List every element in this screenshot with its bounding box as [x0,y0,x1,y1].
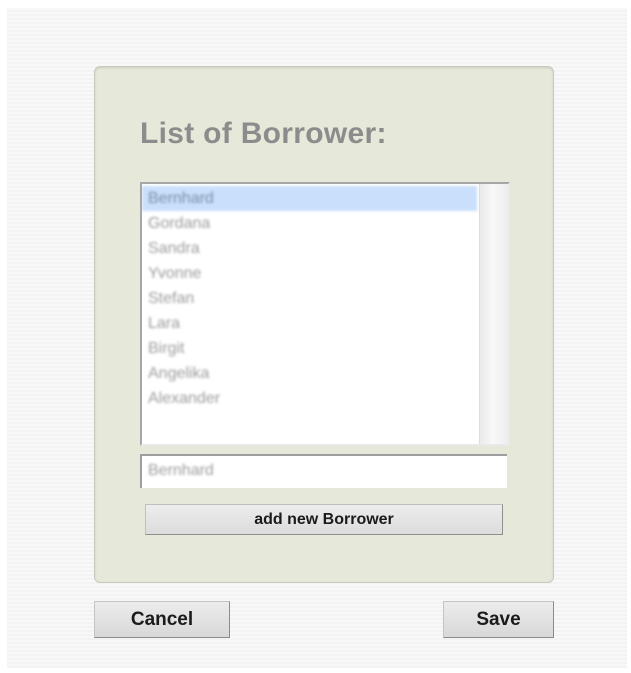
borrower-name-value: Bernhard [148,462,214,479]
borrower-panel: List of Borrower: Bernhard Gordana Sandra Y… [94,66,554,583]
borrower-list-item[interactable]: Birgit [142,336,477,361]
panel-title: List of Borrower: [140,117,387,150]
listbox-scrollbar[interactable] [479,184,508,444]
borrower-list-item[interactable]: Lara [142,311,477,336]
borrower-list-item[interactable]: Sandra [142,236,477,261]
borrower-list: Bernhard Gordana Sandra Yvonne Stefan Lara Bir… [142,186,477,411]
borrower-listbox[interactable]: Bernhard Gordana Sandra Yvonne Stefan Lara Bir… [140,182,510,446]
borrower-list-item[interactable]: Yvonne [142,261,477,286]
cancel-button[interactable]: Cancel [94,601,230,638]
save-button[interactable]: Save [443,601,554,638]
borrower-list-item[interactable]: Alexander [142,386,477,411]
add-new-borrower-button[interactable]: add new Borrower [145,504,503,535]
borrower-name-field[interactable]: Bernhard [140,454,507,488]
borrower-list-item[interactable]: Stefan [142,286,477,311]
borrower-list-item[interactable]: Bernhard [142,186,477,211]
borrower-list-item[interactable]: Gordana [142,211,477,236]
borrower-list-item[interactable]: Angelika [142,361,477,386]
